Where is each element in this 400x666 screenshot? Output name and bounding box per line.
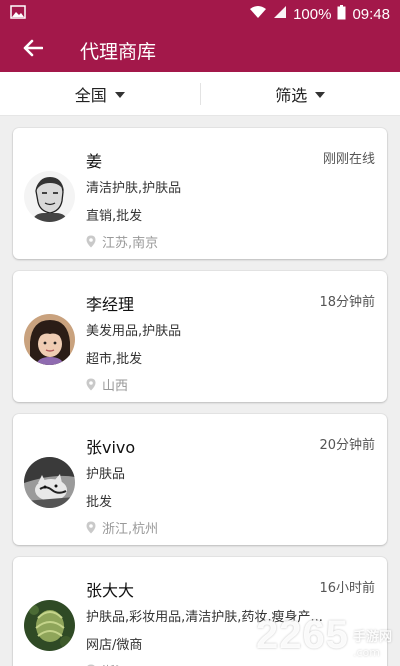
caret-down-icon (315, 91, 326, 98)
agent-categories: 护肤品,彩妆用品,清洁护肤,药妆,瘦身产... (86, 610, 323, 625)
agent-location-text: 江苏,南京 (102, 236, 159, 251)
location-pin-icon (86, 378, 96, 391)
app-bar: 代理商库 (0, 28, 400, 72)
status-left (10, 5, 26, 23)
battery-icon (337, 4, 346, 24)
status-time: 09:48 (352, 5, 390, 23)
agent-location: 浙江,杭州 (86, 518, 158, 537)
agent-last-active: 16小时前 (319, 581, 375, 596)
wifi-icon (249, 5, 267, 23)
agent-name: 张vivo (86, 438, 136, 457)
agent-name: 张大大 (86, 581, 135, 600)
region-dropdown[interactable]: 全国 (0, 72, 200, 115)
caret-down-icon (114, 91, 125, 98)
page-title: 代理商库 (80, 40, 157, 63)
agent-card[interactable]: 姜 刚刚在线 清洁护肤,护肤品 直销,批发 江苏,南京 (13, 128, 387, 259)
signal-icon (273, 5, 287, 23)
avatar (24, 171, 75, 222)
location-pin-icon (86, 235, 96, 248)
agent-location: 山西 (86, 375, 128, 394)
location-pin-icon (86, 521, 96, 534)
status-bar: 100% 09:48 (0, 0, 400, 28)
agent-location: 浙江 (86, 661, 128, 666)
filter-bar: 全国 筛选 (0, 72, 400, 116)
agent-list: 姜 刚刚在线 清洁护肤,护肤品 直销,批发 江苏,南京 李经理 18分钟前 美发 (0, 116, 400, 666)
agent-location-text: 浙江 (102, 661, 128, 666)
avatar (24, 600, 75, 651)
back-arrow-icon (23, 39, 44, 61)
agent-sales-mode: 批发 (86, 495, 113, 510)
region-label: 全国 (74, 85, 107, 105)
status-right: 100% 09:48 (249, 4, 390, 24)
avatar (24, 314, 75, 365)
agent-location-text: 浙江,杭州 (102, 522, 159, 537)
agent-categories: 美发用品,护肤品 (86, 324, 182, 339)
agent-categories: 护肤品 (86, 467, 126, 482)
agent-card[interactable]: 张vivo 20分钟前 护肤品 批发 浙江,杭州 (13, 414, 387, 545)
agent-last-active: 18分钟前 (319, 295, 375, 310)
agent-location: 江苏,南京 (86, 232, 158, 251)
agent-categories: 清洁护肤,护肤品 (86, 181, 182, 196)
agent-sales-mode: 网店/微商 (86, 638, 143, 653)
agent-card[interactable]: 张大大 16小时前 护肤品,彩妆用品,清洁护肤,药妆,瘦身产... 网店/微商 … (13, 557, 387, 666)
agent-last-active: 20分钟前 (319, 438, 375, 453)
filter-dropdown[interactable]: 筛选 (201, 72, 400, 115)
agent-name: 姜 (86, 152, 103, 171)
agent-card[interactable]: 李经理 18分钟前 美发用品,护肤品 超市,批发 山西 (13, 271, 387, 402)
image-icon (10, 5, 26, 23)
agent-location-text: 山西 (102, 379, 129, 394)
agent-sales-mode: 直销,批发 (86, 209, 143, 224)
agent-sales-mode: 超市,批发 (86, 352, 143, 367)
agent-name: 李经理 (86, 295, 135, 314)
battery-percent: 100% (293, 5, 332, 23)
avatar (24, 457, 75, 508)
back-button[interactable] (16, 33, 50, 67)
filter-label: 筛选 (275, 85, 308, 105)
agent-last-active: 刚刚在线 (322, 152, 375, 167)
